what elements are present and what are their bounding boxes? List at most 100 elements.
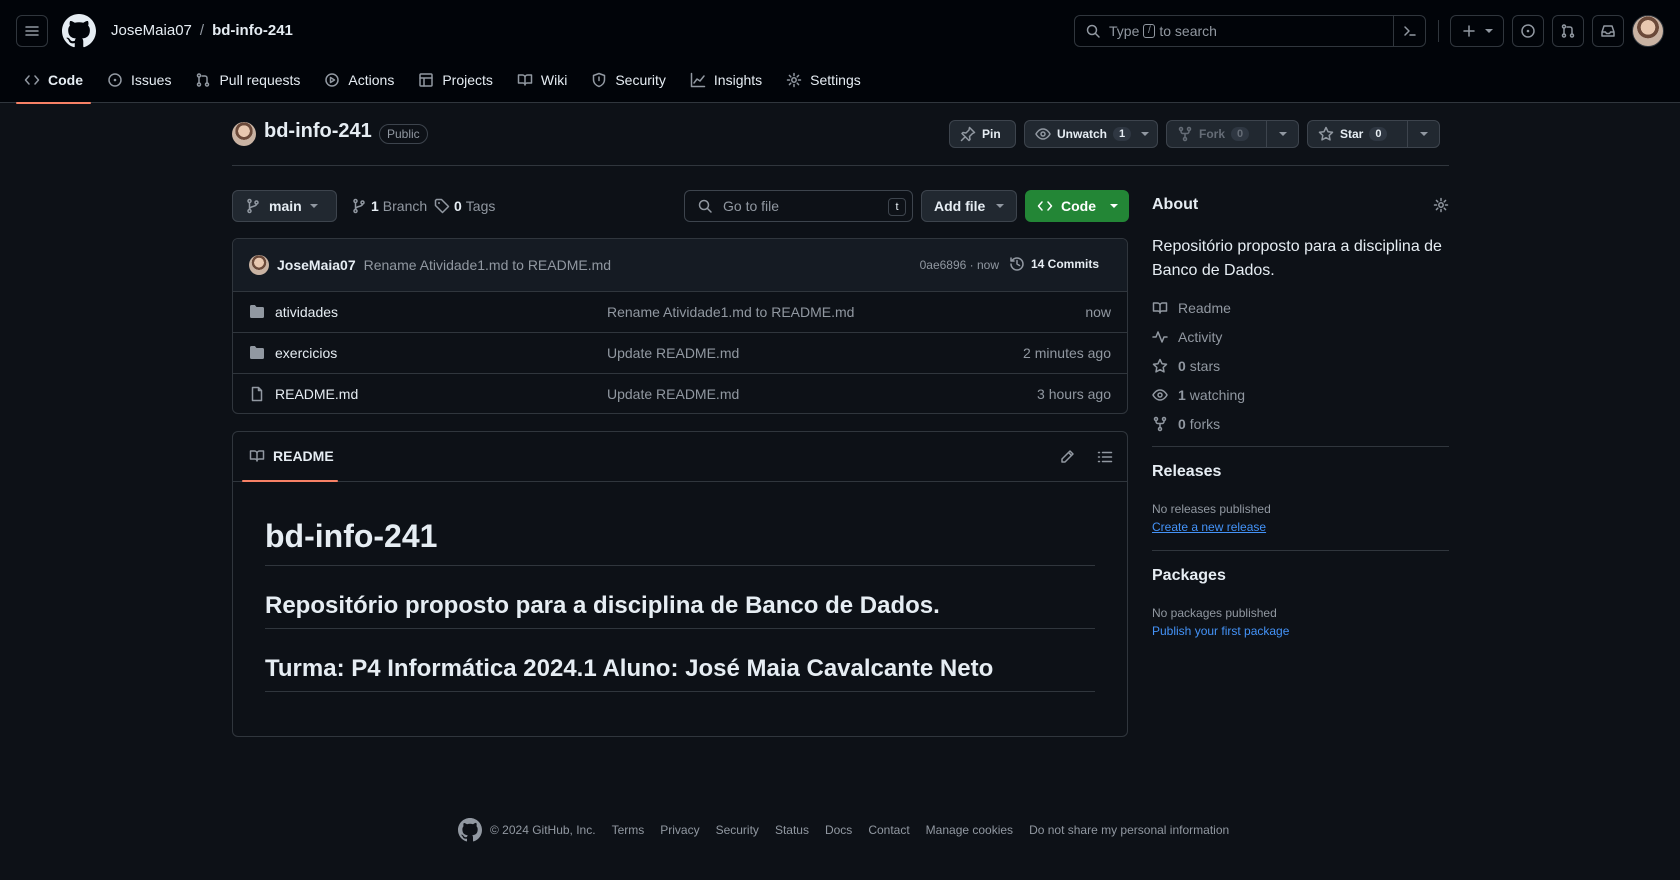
footer-link-cookies[interactable]: Manage cookies — [926, 823, 1013, 837]
tab-issues[interactable]: Issues — [99, 62, 179, 98]
unwatch-button[interactable]: Unwatch 1 — [1024, 120, 1158, 148]
chevron-down-icon[interactable] — [1419, 132, 1428, 136]
commit-hash[interactable]: 0ae6896 · now — [920, 258, 999, 272]
readme-toolbar: README — [233, 432, 1127, 482]
publish-package-link[interactable]: Publish your first package — [1152, 624, 1449, 638]
file-commit-message[interactable]: Rename Atividade1.md to README.md — [607, 304, 854, 320]
readme-tab-underline — [242, 480, 338, 482]
packages-empty: No packages published — [1152, 606, 1277, 620]
packages-title[interactable]: Packages — [1152, 567, 1449, 585]
footer-link-terms[interactable]: Terms — [612, 823, 645, 837]
table-row[interactable]: exercicios Update README.md 2 minutes ag… — [233, 333, 1127, 374]
readme-panel: README bd-info-241 Repositório proposto … — [232, 431, 1128, 737]
go-to-file-placeholder: Go to file — [723, 198, 780, 214]
readme-heading: bd-info-241 — [265, 482, 1095, 566]
file-age: 2 minutes ago — [1023, 345, 1111, 361]
commit-author-avatar[interactable] — [249, 255, 269, 275]
star-icon — [1318, 126, 1334, 141]
tab-wiki[interactable]: Wiki — [509, 62, 575, 98]
search-input[interactable]: Type / to search — [1074, 15, 1426, 47]
menu-button[interactable] — [16, 15, 48, 47]
tab-code[interactable]: Code — [16, 62, 91, 104]
repo-title[interactable]: bd-info-241 — [264, 120, 372, 143]
releases-title[interactable]: Releases — [1152, 463, 1449, 481]
about-forks-link[interactable]: 0 forks — [1152, 409, 1449, 438]
breadcrumb-owner[interactable]: JoseMaia07 — [111, 22, 192, 39]
about-activity-link[interactable]: Activity — [1152, 322, 1449, 351]
file-age: 3 hours ago — [1037, 386, 1111, 402]
gear-icon[interactable] — [1433, 197, 1449, 213]
add-file-button[interactable]: Add file — [921, 190, 1017, 222]
commit-message[interactable]: Rename Atividade1.md to README.md — [364, 257, 611, 273]
readme-tab[interactable]: README — [249, 448, 334, 464]
about-readme-link[interactable]: Readme — [1152, 293, 1449, 322]
pin-button[interactable]: Pin — [949, 120, 1016, 148]
footer: © 2024 GitHub, Inc. Terms Privacy Securi… — [458, 818, 1245, 842]
terminal-icon — [1403, 26, 1416, 36]
commits-count: 14 Commits — [1030, 257, 1099, 271]
about-list: Readme Activity 0 stars 1 watching 0 for… — [1152, 293, 1449, 438]
watching-label: watching — [1189, 386, 1246, 403]
chevron-down-icon[interactable] — [1278, 132, 1287, 136]
table-row[interactable]: README.md Update README.md 3 hours ago — [233, 374, 1127, 413]
inbox-button[interactable] — [1592, 15, 1624, 47]
command-palette-button[interactable] — [1393, 16, 1425, 46]
tab-insights[interactable]: Insights — [682, 62, 770, 98]
user-avatar[interactable] — [1632, 15, 1664, 47]
sidebar-divider — [1152, 550, 1449, 551]
pull-requests-button[interactable] — [1552, 15, 1584, 47]
create-new-button[interactable] — [1450, 15, 1504, 47]
file-icon — [251, 386, 263, 402]
issues-button[interactable] — [1512, 15, 1544, 47]
code-button[interactable]: Code — [1025, 190, 1129, 222]
branch-selector[interactable]: main — [232, 190, 337, 222]
file-name[interactable]: exercicios — [275, 345, 337, 361]
branches-link[interactable]: 1 Branch — [351, 198, 427, 214]
breadcrumb-separator: / — [199, 22, 205, 39]
go-to-file-input[interactable]: Go to file t — [684, 190, 913, 222]
breadcrumb-repo[interactable]: bd-info-241 — [212, 22, 293, 39]
pencil-icon[interactable] — [1059, 449, 1075, 465]
commit-author[interactable]: JoseMaia07 — [277, 257, 356, 273]
footer-link-status[interactable]: Status — [775, 823, 809, 837]
chevron-down-icon — [996, 204, 1004, 208]
owner-avatar[interactable] — [232, 122, 256, 146]
github-logo-icon[interactable] — [62, 14, 96, 48]
go-to-file-shortcut: t — [888, 198, 906, 216]
readme-content: bd-info-241 Repositório proposto para a … — [233, 482, 1127, 692]
about-stars-link[interactable]: 0 stars — [1152, 351, 1449, 380]
tab-pull-requests[interactable]: Pull requests — [187, 62, 308, 98]
footer-link-docs[interactable]: Docs — [825, 823, 852, 837]
tag-icon — [434, 198, 450, 214]
fork-label: Fork — [1199, 127, 1226, 141]
folder-icon — [250, 346, 264, 359]
tags-link[interactable]: 0 Tags — [434, 198, 495, 214]
search-key: / — [1143, 24, 1156, 38]
footer-link-do-not-share[interactable]: Do not share my personal information — [1029, 823, 1229, 837]
list-icon[interactable] — [1097, 449, 1113, 465]
fork-button[interactable]: Fork 0 — [1166, 120, 1299, 148]
file-commit-message[interactable]: Update README.md — [607, 345, 739, 361]
file-name[interactable]: README.md — [275, 386, 358, 402]
file-name[interactable]: atividades — [275, 304, 338, 320]
eye-icon — [1035, 128, 1051, 140]
header-divider — [1438, 20, 1439, 42]
footer-link-privacy[interactable]: Privacy — [660, 823, 699, 837]
table-row[interactable]: atividades Rename Atividade1.md to READM… — [233, 292, 1127, 333]
shield-icon — [593, 72, 606, 88]
file-commit-message[interactable]: Update README.md — [607, 386, 739, 402]
tab-security[interactable]: Security — [583, 62, 674, 98]
chevron-down-icon[interactable] — [1141, 132, 1150, 136]
commits-link[interactable]: 14 Commits — [1009, 256, 1099, 272]
tab-projects[interactable]: Projects — [410, 62, 501, 98]
create-release-link[interactable]: Create a new release — [1152, 520, 1449, 534]
stars-count: 0 — [1178, 357, 1186, 374]
tab-actions[interactable]: Actions — [316, 62, 402, 98]
github-logo-icon[interactable] — [458, 818, 482, 842]
footer-link-security[interactable]: Security — [716, 823, 759, 837]
tab-settings[interactable]: Settings — [778, 62, 869, 98]
branch-name: main — [269, 198, 302, 214]
footer-link-contact[interactable]: Contact — [868, 823, 909, 837]
about-watching-link[interactable]: 1 watching — [1152, 380, 1449, 409]
star-button[interactable]: Star 0 — [1307, 120, 1440, 148]
